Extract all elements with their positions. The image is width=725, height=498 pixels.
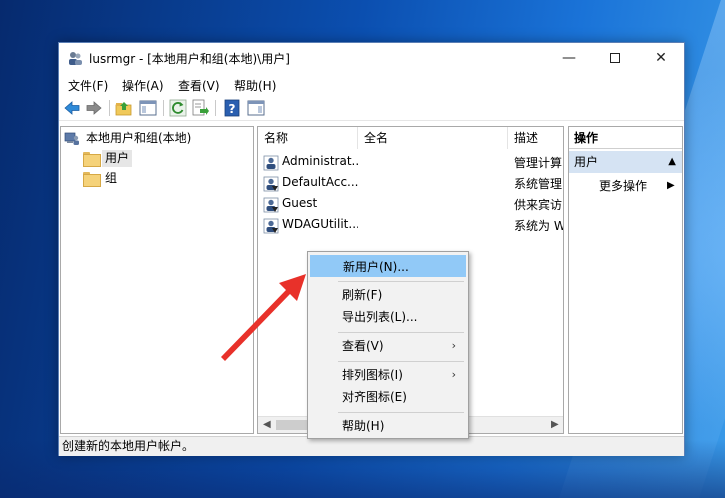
context-item-label: 帮助(H)	[342, 419, 385, 433]
context-item-export-list[interactable]: 导出列表(L)...	[310, 306, 466, 328]
minimize-button[interactable]: —	[546, 43, 592, 73]
forward-arrow-icon[interactable]	[85, 99, 103, 117]
table-row[interactable]: DefaultAcc... 系统管理	[258, 173, 563, 194]
user-icon	[263, 218, 279, 234]
folder-icon	[83, 171, 101, 187]
status-text: 创建新的本地用户帐户。	[62, 439, 195, 453]
column-header-description[interactable]: 描述	[508, 127, 563, 149]
help-icon[interactable]: ?	[223, 99, 241, 117]
tree-root-label: 本地用户和组(本地)	[86, 130, 192, 145]
table-row[interactable]: WDAGUtilit... 系统为 W	[258, 215, 563, 236]
cell-name: Guest	[282, 196, 318, 210]
table-row[interactable]: Guest 供来宾访	[258, 194, 563, 215]
menu-action[interactable]: 操作(A)	[122, 77, 164, 94]
context-item-view[interactable]: 查看(V) ›	[310, 335, 466, 357]
context-item-label: 查看(V)	[342, 339, 384, 353]
more-actions-label: 更多操作	[599, 179, 648, 193]
status-bar: 创建新的本地用户帐户。	[59, 436, 684, 456]
svg-text:?: ?	[229, 102, 236, 116]
cell-name: WDAGUtilit...	[282, 217, 358, 231]
context-separator	[338, 412, 464, 413]
actions-header: 操作	[569, 127, 682, 149]
actions-section-label: 用户	[574, 155, 599, 169]
column-header-fullname[interactable]: 全名	[358, 127, 508, 149]
tree-groups-label: 组	[105, 170, 118, 185]
cell-description: 管理计算	[514, 156, 563, 170]
users-app-icon	[69, 52, 82, 65]
cell-description: 系统为 W	[514, 219, 564, 233]
context-item-refresh[interactable]: 刷新(F)	[310, 284, 466, 306]
show-hide-tree-icon[interactable]	[139, 99, 157, 117]
context-item-label: 对齐图标(E)	[342, 390, 407, 404]
toolbar-separator	[215, 100, 216, 116]
context-separator	[338, 332, 464, 333]
context-item-new-user[interactable]: 新用户(N)...	[310, 255, 466, 277]
user-icon	[263, 197, 279, 213]
cell-name: Administrat...	[282, 154, 358, 168]
context-item-label: 新用户(N)...	[343, 260, 409, 274]
cell-name: DefaultAcc...	[282, 175, 358, 189]
maximize-icon	[610, 53, 620, 63]
actions-pane: 操作 用户 ▲ 更多操作 ▶	[568, 126, 683, 434]
maximize-button[interactable]	[592, 43, 638, 73]
toolbar: ?	[59, 95, 684, 121]
back-arrow-icon[interactable]	[63, 99, 81, 117]
context-separator	[338, 361, 464, 362]
submenu-arrow-icon: ›	[451, 339, 456, 352]
window-title: lusrmgr - [本地用户和组(本地)\用户]	[89, 52, 290, 66]
show-hide-action-pane-icon[interactable]	[247, 99, 265, 117]
submenu-arrow-icon: ▶	[667, 180, 675, 191]
more-actions-item[interactable]: 更多操作 ▶	[599, 177, 675, 195]
tree-item-users[interactable]: 用户	[83, 149, 133, 167]
scroll-right-icon[interactable]: ▶	[551, 419, 559, 430]
user-icon	[263, 155, 279, 171]
close-icon: ✕	[655, 50, 667, 66]
table-row[interactable]: Administrat... 管理计算	[258, 152, 563, 173]
context-item-label: 刷新(F)	[342, 288, 383, 302]
submenu-arrow-icon: ›	[451, 368, 456, 381]
local-users-groups-icon	[64, 132, 79, 145]
export-list-icon[interactable]	[191, 99, 209, 117]
menu-help[interactable]: 帮助(H)	[234, 77, 276, 94]
context-separator	[338, 281, 464, 282]
context-item-help[interactable]: 帮助(H)	[310, 415, 466, 437]
tree-users-label: 用户	[102, 149, 133, 167]
actions-section-users[interactable]: 用户 ▲	[569, 151, 682, 173]
cell-description: 系统管理	[514, 177, 563, 191]
title-bar[interactable]: lusrmgr - [本地用户和组(本地)\用户] — ✕	[59, 43, 684, 73]
refresh-icon[interactable]	[169, 99, 187, 117]
context-item-label: 排列图标(I)	[342, 368, 403, 382]
up-folder-icon[interactable]	[115, 99, 133, 117]
column-header-name[interactable]: 名称	[258, 127, 358, 149]
scroll-left-icon[interactable]: ◀	[263, 419, 271, 430]
console-tree-pane: 本地用户和组(本地) 用户 组	[60, 126, 254, 434]
tree-item-groups[interactable]: 组	[83, 169, 120, 187]
context-item-arrange-icons[interactable]: 排列图标(I) ›	[310, 364, 466, 386]
tree-item-root[interactable]: 本地用户和组(本地)	[64, 129, 194, 147]
collapse-up-icon[interactable]: ▲	[668, 151, 676, 173]
user-icon	[263, 176, 279, 192]
cell-description: 供来宾访	[514, 198, 563, 212]
menu-view[interactable]: 查看(V)	[178, 77, 220, 94]
minimize-icon: —	[562, 50, 576, 66]
toolbar-separator	[163, 100, 164, 116]
folder-icon	[83, 151, 101, 167]
toolbar-separator	[109, 100, 110, 116]
menu-bar: 文件(F) 操作(A) 查看(V) 帮助(H)	[59, 73, 684, 95]
context-item-line-up-icons[interactable]: 对齐图标(E)	[310, 386, 466, 408]
context-item-label: 导出列表(L)...	[342, 310, 418, 324]
close-button[interactable]: ✕	[638, 43, 684, 73]
context-menu: 新用户(N)... 刷新(F) 导出列表(L)... 查看(V) › 排列图标(…	[307, 251, 469, 439]
menu-file[interactable]: 文件(F)	[68, 77, 108, 94]
